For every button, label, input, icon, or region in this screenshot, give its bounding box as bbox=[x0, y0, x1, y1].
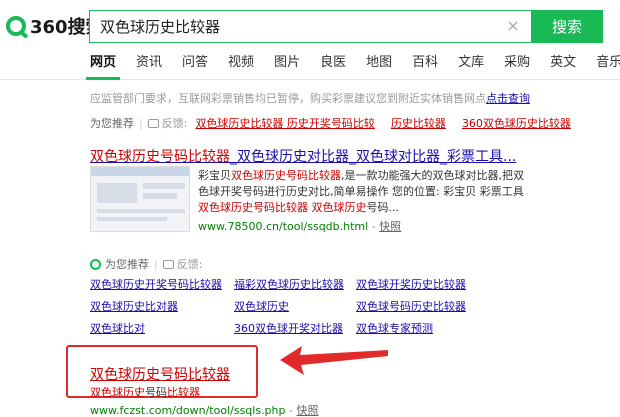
tab-qa[interactable]: 问答 bbox=[182, 52, 208, 80]
tab-baike[interactable]: 百科 bbox=[412, 52, 438, 80]
result-2-url: www.fczst.com/down/tool/ssqls.php bbox=[90, 404, 286, 417]
tab-library[interactable]: 文库 bbox=[458, 52, 484, 80]
tab-health[interactable]: 良医 bbox=[320, 52, 346, 80]
recommend-grid-link[interactable]: 双色球历史开奖号码比较器 bbox=[90, 276, 222, 292]
snippet-highlight: 比较器 bbox=[167, 386, 200, 399]
search-box: × bbox=[89, 10, 531, 43]
logo-small-icon bbox=[90, 258, 101, 270]
divider: | bbox=[154, 257, 158, 271]
notice-query-link[interactable]: 点击查询 bbox=[486, 92, 530, 105]
recommend-grid-link[interactable]: 福彩双色球历史比较器 bbox=[234, 276, 344, 292]
tab-shopping[interactable]: 采购 bbox=[504, 52, 530, 80]
thumbnail-block bbox=[143, 183, 185, 189]
result-2-snapshot-link[interactable]: 快照 bbox=[296, 404, 318, 417]
recommend-link[interactable]: 360双色球历史比较器 bbox=[462, 115, 571, 131]
recommend-link[interactable]: 双色球历史比较器 历史开奖号码比较 bbox=[195, 115, 375, 131]
recommend-grid-link[interactable]: 360双色球开奖对比器 bbox=[234, 320, 343, 336]
result-2-title[interactable]: 双色球历史号码比较器 bbox=[90, 364, 230, 384]
recommend-grid-link[interactable]: 双色球开奖历史比较器 bbox=[356, 276, 466, 292]
result-1-title[interactable]: 双色球历史号码比较器_双色球历史对比器_双色球对比器_彩票工具... bbox=[90, 146, 516, 166]
snippet-text: 号码 bbox=[145, 386, 167, 399]
result-1-title-highlight: 双色球历史号码比较器 bbox=[90, 149, 230, 165]
result-1-title-rest: _双色球历史对比器_双色球对比器_彩票工具... bbox=[230, 149, 517, 165]
tab-images[interactable]: 图片 bbox=[274, 52, 300, 80]
result-1-url: www.78500.cn/tool/ssqdb.html bbox=[198, 220, 369, 233]
desc-text: 双色球对比器 bbox=[432, 169, 499, 182]
feedback-label[interactable]: 反馈: bbox=[177, 256, 203, 272]
tab-english[interactable]: 英文 bbox=[550, 52, 576, 80]
tab-video[interactable]: 视频 bbox=[228, 52, 254, 80]
tab-music[interactable]: 音乐 bbox=[596, 52, 620, 80]
header: 360搜索 × 搜索 网页 资讯 问答 视频 图片 良医 地图 百科 文库 采购… bbox=[0, 0, 620, 80]
recommend-label: 为您推荐 bbox=[90, 117, 134, 130]
recommend-link[interactable]: 历史比较器 bbox=[391, 115, 446, 131]
snippet-highlight: 双色球历史 bbox=[90, 386, 145, 399]
tab-bar: 网页 资讯 问答 视频 图片 良医 地图 百科 文库 采购 英文 音乐 bbox=[85, 52, 620, 80]
thumbnail-header bbox=[91, 167, 189, 176]
result-2-snippet: 双色球历史号码比较器 bbox=[90, 384, 200, 400]
notice-text: 应监管部门要求，互联网彩票销售均已暂停，购买彩票建议您到附近实体销售网点 bbox=[90, 92, 486, 105]
annotation-arrow-icon bbox=[280, 346, 388, 375]
thumbnail-block bbox=[143, 193, 177, 199]
feedback-icon[interactable] bbox=[147, 118, 159, 128]
desc-text: 彩宝贝 bbox=[198, 169, 231, 182]
search-input[interactable] bbox=[90, 11, 500, 42]
search-button[interactable]: 搜索 bbox=[531, 10, 603, 43]
thumbnail-block bbox=[97, 209, 185, 213]
recommend-top: 为您推荐 | 反馈: 双色球历史比较器 历史开奖号码比较 历史比较器 360双色… bbox=[90, 115, 587, 131]
lottery-notice: 应监管部门要求，互联网彩票销售均已暂停，购买彩票建议您到附近实体销售网点点击查询 bbox=[90, 90, 530, 106]
tab-web[interactable]: 网页 bbox=[85, 52, 121, 80]
desc-highlight: 双色球历史号码比较器 双色球历史 bbox=[198, 201, 367, 214]
thumbnail-block bbox=[97, 217, 167, 221]
recommend-grid-link[interactable]: 双色球历史比对器 bbox=[90, 298, 178, 314]
result-1-description: 彩宝贝双色球历史号码比较器,是一款功能强大的双色球对比器,把双色球开奖号码进行历… bbox=[198, 168, 528, 216]
logo-icon bbox=[6, 16, 26, 36]
recommend-grid-link[interactable]: 双色球专家预测 bbox=[356, 320, 433, 336]
thumbnail-block bbox=[97, 183, 137, 203]
result-2-url-row: www.fczst.com/down/tool/ssqls.php - 快照 bbox=[90, 402, 318, 417]
result-1-snapshot-link[interactable]: 快照 bbox=[379, 220, 401, 233]
divider: | bbox=[139, 116, 143, 130]
recommend-grid-link[interactable]: 双色球号码历史比较器 bbox=[356, 298, 466, 314]
feedback-icon[interactable] bbox=[162, 259, 174, 269]
desc-text: 号码... bbox=[366, 201, 400, 214]
desc-highlight: 双色球历史号码比较器 bbox=[231, 169, 341, 182]
recommend-grid-link[interactable]: 双色球历史 bbox=[234, 298, 289, 314]
result-1-thumbnail[interactable] bbox=[90, 166, 190, 232]
tab-map[interactable]: 地图 bbox=[366, 52, 392, 80]
recommend-grid-link[interactable]: 双色球比对 bbox=[90, 320, 145, 336]
tab-news[interactable]: 资讯 bbox=[136, 52, 162, 80]
feedback-label[interactable]: 反馈: bbox=[162, 115, 188, 131]
recommend-label: 为您推荐 bbox=[105, 258, 149, 271]
recommend-mid-header: 为您推荐 | 反馈: bbox=[90, 256, 210, 272]
desc-text: ,是一款功能强大的 bbox=[341, 169, 433, 182]
clear-icon[interactable]: × bbox=[505, 18, 521, 34]
result-1-url-row: www.78500.cn/tool/ssqdb.html - 快照 bbox=[198, 218, 401, 234]
